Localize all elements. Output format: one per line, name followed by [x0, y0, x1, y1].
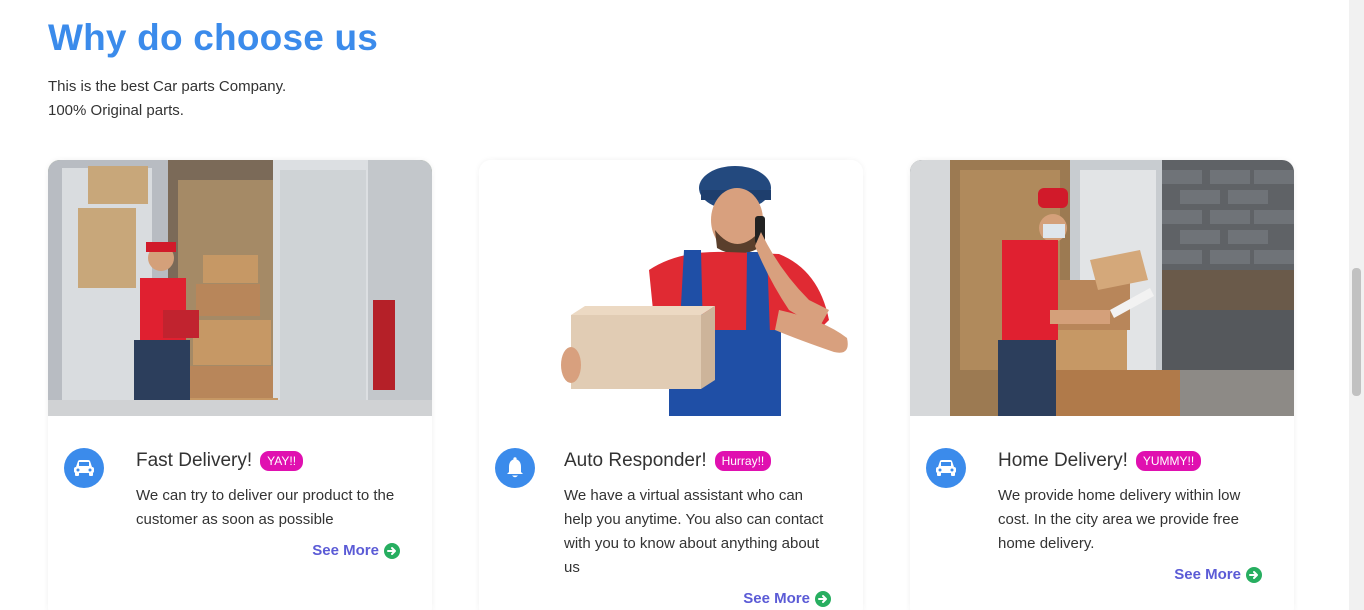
feature-card-fast-delivery: Fast Delivery! YAY!! We can try to deliv… [48, 160, 432, 610]
see-more-link[interactable]: See More [743, 590, 831, 607]
see-more-label: See More [1174, 566, 1241, 583]
car-icon [64, 448, 104, 488]
feature-card-home-delivery: Home Delivery! YUMMY!! We provide home d… [910, 160, 1294, 610]
card-image [479, 160, 863, 416]
see-more-label: See More [743, 590, 810, 607]
card-badge: Hurray!! [714, 451, 772, 471]
card-description: We can try to deliver our product to the… [136, 487, 395, 528]
arrow-right-circle-icon [384, 542, 400, 559]
arrow-right-circle-icon [1246, 566, 1262, 583]
see-more-link[interactable]: See More [1174, 566, 1262, 583]
card-badge: YAY!! [260, 451, 304, 471]
card-description: We have a virtual assistant who can help… [564, 487, 824, 576]
see-more-label: See More [312, 542, 379, 559]
card-description: We provide home delivery within low cost… [998, 487, 1241, 552]
car-icon [926, 448, 966, 488]
vertical-scrollbar[interactable] [1349, 0, 1364, 610]
scrollbar-thumb[interactable] [1352, 268, 1361, 396]
feature-card-auto-responder: Auto Responder! Hurray!! We have a virtu… [479, 160, 863, 610]
section-title: Why do choose us [48, 17, 379, 58]
card-heading: Fast Delivery! YAY!! [136, 450, 304, 472]
subtitle-line-2: 100% Original parts. [48, 102, 184, 119]
card-title: Fast Delivery! [136, 450, 253, 471]
bell-icon [495, 448, 535, 488]
card-image [910, 160, 1294, 416]
card-image [48, 160, 432, 416]
card-heading: Auto Responder! Hurray!! [564, 450, 772, 472]
card-badge: YUMMY!! [1135, 451, 1202, 471]
subtitle-line-1: This is the best Car parts Company. [48, 78, 287, 95]
card-title: Home Delivery! [998, 450, 1128, 471]
card-heading: Home Delivery! YUMMY!! [998, 450, 1202, 472]
see-more-link[interactable]: See More [312, 542, 400, 559]
card-title: Auto Responder! [564, 450, 707, 471]
arrow-right-circle-icon [815, 590, 831, 607]
section-subtitle: This is the best Car parts Company. 100%… [48, 75, 286, 123]
